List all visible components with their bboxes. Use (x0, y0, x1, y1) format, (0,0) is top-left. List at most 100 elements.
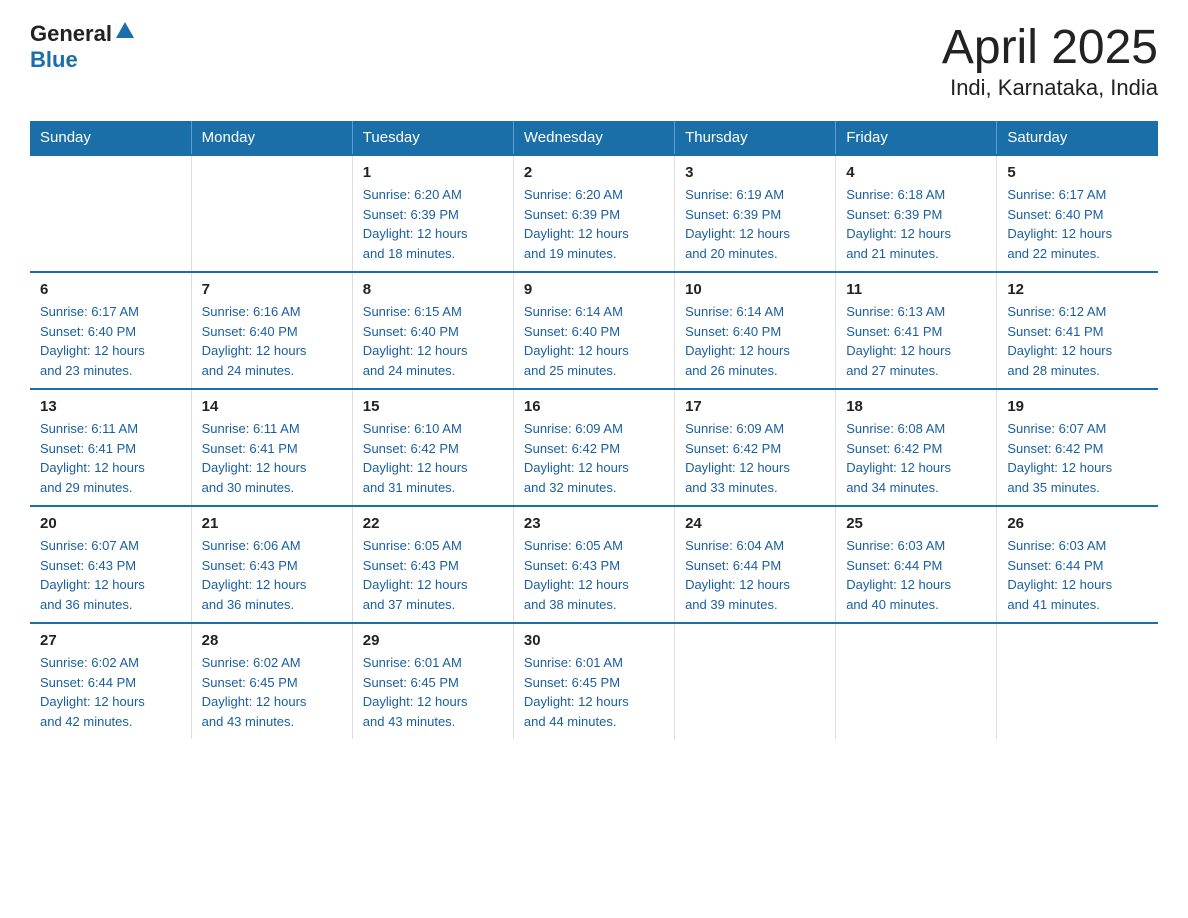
day-number: 2 (524, 164, 664, 181)
calendar-title: April 2025 (942, 20, 1158, 75)
day-info: Sunrise: 6:09 AM Sunset: 6:42 PM Dayligh… (524, 419, 664, 497)
day-number: 8 (363, 281, 503, 298)
day-info: Sunrise: 6:14 AM Sunset: 6:40 PM Dayligh… (685, 302, 825, 380)
day-cell: 17 Sunrise: 6:09 AM Sunset: 6:42 PM Dayli… (675, 389, 836, 506)
day-cell: 5 Sunrise: 6:17 AM Sunset: 6:40 PM Daylig… (997, 155, 1158, 272)
day-cell: 26 Sunrise: 6:03 AM Sunset: 6:44 PM Dayli… (997, 506, 1158, 623)
day-number: 14 (202, 398, 342, 415)
day-info: Sunrise: 6:20 AM Sunset: 6:39 PM Dayligh… (363, 185, 503, 263)
logo-blue: Blue (30, 47, 78, 72)
day-info: Sunrise: 6:04 AM Sunset: 6:44 PM Dayligh… (685, 536, 825, 614)
logo-icon (114, 20, 136, 47)
day-cell: 30 Sunrise: 6:01 AM Sunset: 6:45 PM Dayli… (513, 623, 674, 739)
day-cell (997, 623, 1158, 739)
day-number: 7 (202, 281, 342, 298)
day-info: Sunrise: 6:01 AM Sunset: 6:45 PM Dayligh… (363, 653, 503, 731)
day-number: 19 (1007, 398, 1148, 415)
day-number: 27 (40, 632, 181, 649)
day-cell (191, 155, 352, 272)
week-row-1: 1 Sunrise: 6:20 AM Sunset: 6:39 PM Daylig… (30, 155, 1158, 272)
day-info: Sunrise: 6:02 AM Sunset: 6:44 PM Dayligh… (40, 653, 181, 731)
day-cell: 2Sunrise: 6:20 AM Sunset: 6:39 PM Daylig… (513, 155, 674, 272)
header-saturday: Saturday (997, 121, 1158, 155)
day-number: 6 (40, 281, 181, 298)
week-row-5: 27 Sunrise: 6:02 AM Sunset: 6:44 PM Dayli… (30, 623, 1158, 739)
day-cell: 7Sunrise: 6:16 AM Sunset: 6:40 PM Daylig… (191, 272, 352, 389)
day-cell: 20 Sunrise: 6:07 AM Sunset: 6:43 PM Dayli… (30, 506, 191, 623)
logo-text: General Blue (30, 20, 138, 73)
day-info: Sunrise: 6:09 AM Sunset: 6:42 PM Dayligh… (685, 419, 825, 497)
day-info: Sunrise: 6:11 AM Sunset: 6:41 PM Dayligh… (202, 419, 342, 497)
day-cell: 3 Sunrise: 6:19 AM Sunset: 6:39 PM Daylig… (675, 155, 836, 272)
day-info: Sunrise: 6:06 AM Sunset: 6:43 PM Dayligh… (202, 536, 342, 614)
day-cell: 27 Sunrise: 6:02 AM Sunset: 6:44 PM Dayli… (30, 623, 191, 739)
calendar-subtitle: Indi, Karnataka, India (942, 75, 1158, 101)
day-cell: 13Sunrise: 6:11 AM Sunset: 6:41 PM Dayli… (30, 389, 191, 506)
day-number: 3 (685, 164, 825, 181)
day-cell: 4 Sunrise: 6:18 AM Sunset: 6:39 PM Daylig… (836, 155, 997, 272)
day-number: 18 (846, 398, 986, 415)
day-cell: 9Sunrise: 6:14 AM Sunset: 6:40 PM Daylig… (513, 272, 674, 389)
day-info: Sunrise: 6:07 AM Sunset: 6:42 PM Dayligh… (1007, 419, 1148, 497)
logo-general: General (30, 21, 112, 47)
day-number: 22 (363, 515, 503, 532)
day-cell: 29 Sunrise: 6:01 AM Sunset: 6:45 PM Dayli… (352, 623, 513, 739)
day-info: Sunrise: 6:05 AM Sunset: 6:43 PM Dayligh… (524, 536, 664, 614)
day-cell: 24Sunrise: 6:04 AM Sunset: 6:44 PM Dayli… (675, 506, 836, 623)
title-block: April 2025 Indi, Karnataka, India (942, 20, 1158, 101)
day-info: Sunrise: 6:18 AM Sunset: 6:39 PM Dayligh… (846, 185, 986, 263)
day-info: Sunrise: 6:05 AM Sunset: 6:43 PM Dayligh… (363, 536, 503, 614)
day-number: 29 (363, 632, 503, 649)
day-info: Sunrise: 6:01 AM Sunset: 6:45 PM Dayligh… (524, 653, 664, 731)
header-sunday: Sunday (30, 121, 191, 155)
logo: General Blue (30, 20, 138, 73)
day-number: 20 (40, 515, 181, 532)
day-cell: 22 Sunrise: 6:05 AM Sunset: 6:43 PM Dayli… (352, 506, 513, 623)
day-cell (30, 155, 191, 272)
day-number: 12 (1007, 281, 1148, 298)
day-cell: 6Sunrise: 6:17 AM Sunset: 6:40 PM Daylig… (30, 272, 191, 389)
day-cell: 19 Sunrise: 6:07 AM Sunset: 6:42 PM Dayli… (997, 389, 1158, 506)
day-cell: 18 Sunrise: 6:08 AM Sunset: 6:42 PM Dayli… (836, 389, 997, 506)
day-info: Sunrise: 6:03 AM Sunset: 6:44 PM Dayligh… (846, 536, 986, 614)
day-cell: 16Sunrise: 6:09 AM Sunset: 6:42 PM Dayli… (513, 389, 674, 506)
day-cell (675, 623, 836, 739)
day-cell (836, 623, 997, 739)
day-number: 26 (1007, 515, 1148, 532)
day-cell: 21 Sunrise: 6:06 AM Sunset: 6:43 PM Dayli… (191, 506, 352, 623)
day-cell: 10 Sunrise: 6:14 AM Sunset: 6:40 PM Dayli… (675, 272, 836, 389)
header-monday: Monday (191, 121, 352, 155)
day-info: Sunrise: 6:17 AM Sunset: 6:40 PM Dayligh… (1007, 185, 1148, 263)
day-info: Sunrise: 6:08 AM Sunset: 6:42 PM Dayligh… (846, 419, 986, 497)
day-info: Sunrise: 6:13 AM Sunset: 6:41 PM Dayligh… (846, 302, 986, 380)
day-info: Sunrise: 6:07 AM Sunset: 6:43 PM Dayligh… (40, 536, 181, 614)
day-number: 10 (685, 281, 825, 298)
day-number: 5 (1007, 164, 1148, 181)
day-info: Sunrise: 6:14 AM Sunset: 6:40 PM Dayligh… (524, 302, 664, 380)
day-info: Sunrise: 6:10 AM Sunset: 6:42 PM Dayligh… (363, 419, 503, 497)
day-number: 21 (202, 515, 342, 532)
day-cell: 1 Sunrise: 6:20 AM Sunset: 6:39 PM Daylig… (352, 155, 513, 272)
day-number: 25 (846, 515, 986, 532)
week-row-3: 13Sunrise: 6:11 AM Sunset: 6:41 PM Dayli… (30, 389, 1158, 506)
day-cell: 14 Sunrise: 6:11 AM Sunset: 6:41 PM Dayli… (191, 389, 352, 506)
day-number: 15 (363, 398, 503, 415)
day-info: Sunrise: 6:15 AM Sunset: 6:40 PM Dayligh… (363, 302, 503, 380)
header-friday: Friday (836, 121, 997, 155)
day-info: Sunrise: 6:03 AM Sunset: 6:44 PM Dayligh… (1007, 536, 1148, 614)
day-number: 30 (524, 632, 664, 649)
day-cell: 12 Sunrise: 6:12 AM Sunset: 6:41 PM Dayli… (997, 272, 1158, 389)
header-wednesday: Wednesday (513, 121, 674, 155)
day-info: Sunrise: 6:19 AM Sunset: 6:39 PM Dayligh… (685, 185, 825, 263)
day-number: 23 (524, 515, 664, 532)
day-info: Sunrise: 6:12 AM Sunset: 6:41 PM Dayligh… (1007, 302, 1148, 380)
day-number: 28 (202, 632, 342, 649)
day-number: 17 (685, 398, 825, 415)
calendar-table: SundayMondayTuesdayWednesdayThursdayFrid… (30, 121, 1158, 739)
day-cell: 11 Sunrise: 6:13 AM Sunset: 6:41 PM Dayli… (836, 272, 997, 389)
week-row-4: 20 Sunrise: 6:07 AM Sunset: 6:43 PM Dayli… (30, 506, 1158, 623)
day-number: 1 (363, 164, 503, 181)
day-number: 11 (846, 281, 986, 298)
day-number: 4 (846, 164, 986, 181)
calendar-header-row: SundayMondayTuesdayWednesdayThursdayFrid… (30, 121, 1158, 155)
